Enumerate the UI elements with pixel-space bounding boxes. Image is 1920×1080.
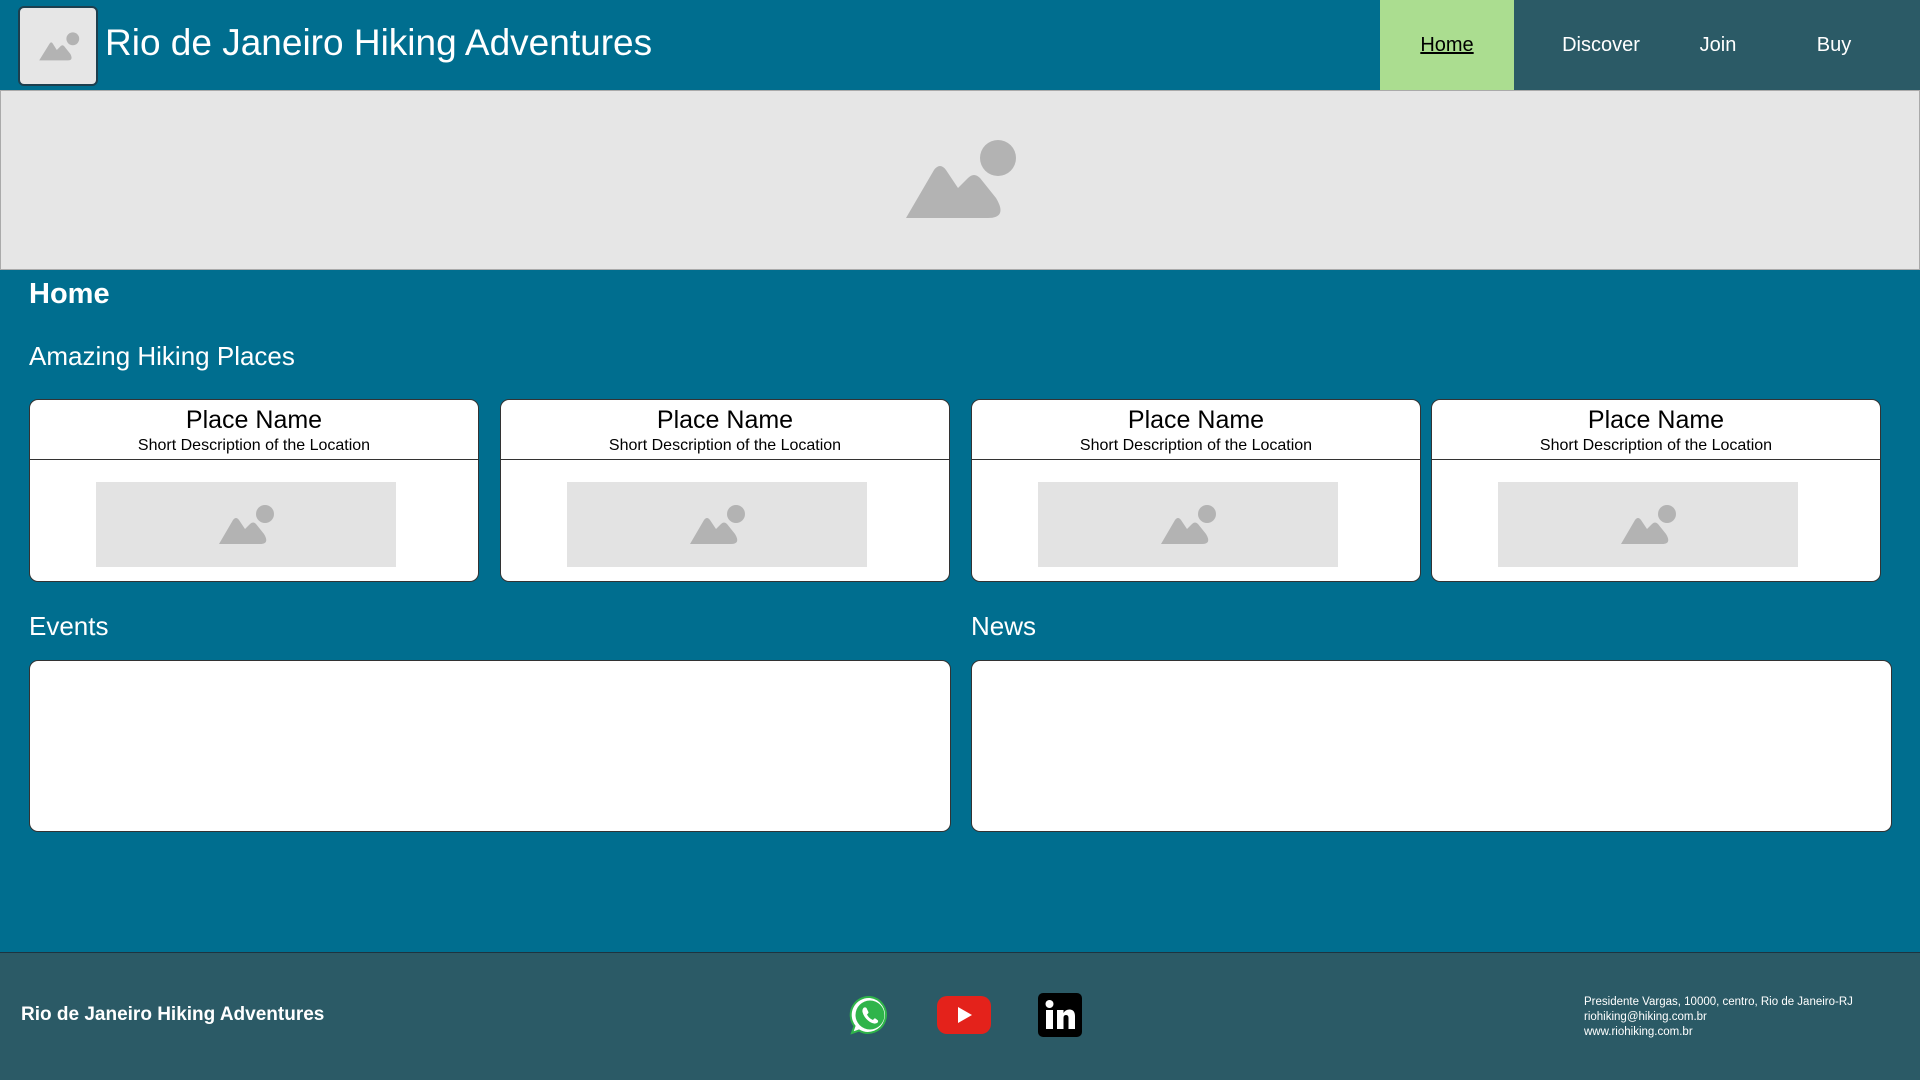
news-panel: [971, 660, 1892, 832]
image-placeholder-icon: [1621, 504, 1676, 544]
place-description: Short Description of the Location: [1079, 437, 1313, 454]
events-panel: [29, 660, 951, 832]
nav-discover[interactable]: Discover: [1514, 0, 1688, 90]
place-name: Place Name: [185, 406, 323, 434]
place-name: Place Name: [656, 406, 794, 434]
logo[interactable]: [18, 6, 98, 86]
page-title: Home: [29, 278, 110, 310]
places-section-title: Amazing Hiking Places: [29, 341, 295, 371]
youtube-link[interactable]: [937, 993, 991, 1037]
whatsapp-icon: [849, 995, 887, 1035]
image-placeholder-icon: [219, 504, 274, 544]
main-nav: Home Discover Join Buy: [1380, 0, 1920, 90]
place-card[interactable]: Place Name Short Description of the Loca…: [29, 399, 479, 582]
place-card-header: Place Name Short Description of the Loca…: [972, 400, 1420, 460]
footer-contact: Presidente Vargas, 10000, centro, Rio de…: [1584, 995, 1853, 1040]
place-image: [96, 482, 396, 567]
place-card-header: Place Name Short Description of the Loca…: [501, 400, 949, 460]
nav-buy[interactable]: Buy: [1748, 0, 1920, 90]
nav-join[interactable]: Join: [1688, 0, 1748, 90]
place-card-header: Place Name Short Description of the Loca…: [1432, 400, 1880, 460]
place-name: Place Name: [1127, 406, 1265, 434]
hero-banner: [0, 90, 1920, 270]
place-name: Place Name: [1587, 406, 1725, 434]
place-description: Short Description of the Location: [608, 437, 842, 454]
youtube-icon: [937, 996, 991, 1034]
site-title: Rio de Janeiro Hiking Adventures: [105, 22, 653, 63]
place-card[interactable]: Place Name Short Description of the Loca…: [1431, 399, 1881, 582]
linkedin-link[interactable]: [1038, 993, 1082, 1037]
place-description: Short Description of the Location: [1539, 437, 1773, 454]
image-placeholder-icon: [690, 504, 745, 544]
place-image: [567, 482, 867, 567]
image-placeholder-icon: [1161, 504, 1216, 544]
footer-email[interactable]: riohiking@hiking.com.br: [1584, 1010, 1853, 1025]
place-card-header: Place Name Short Description of the Loca…: [30, 400, 478, 460]
footer-title: Rio de Janeiro Hiking Adventures: [21, 1004, 325, 1025]
place-image: [1498, 482, 1798, 567]
footer-address: Presidente Vargas, 10000, centro, Rio de…: [1584, 996, 1853, 1008]
news-section-title: News: [971, 611, 1037, 641]
footer-website[interactable]: www.riohiking.com.br: [1584, 1025, 1853, 1040]
events-section-title: Events: [29, 611, 109, 641]
nav-home[interactable]: Home: [1380, 0, 1514, 90]
site-header: Rio de Janeiro Hiking Adventures Home Di…: [0, 0, 1920, 90]
place-description: Short Description of the Location: [137, 437, 371, 454]
whatsapp-link[interactable]: [848, 993, 892, 1037]
place-card[interactable]: Place Name Short Description of the Loca…: [971, 399, 1421, 582]
site-footer: Rio de Janeiro Hiking Adventures Preside…: [0, 952, 1920, 1080]
image-placeholder-icon: [39, 32, 80, 61]
place-image: [1038, 482, 1338, 567]
place-card[interactable]: Place Name Short Description of the Loca…: [500, 399, 950, 582]
image-placeholder-icon: [906, 140, 1016, 218]
linkedin-icon: [1038, 993, 1082, 1037]
